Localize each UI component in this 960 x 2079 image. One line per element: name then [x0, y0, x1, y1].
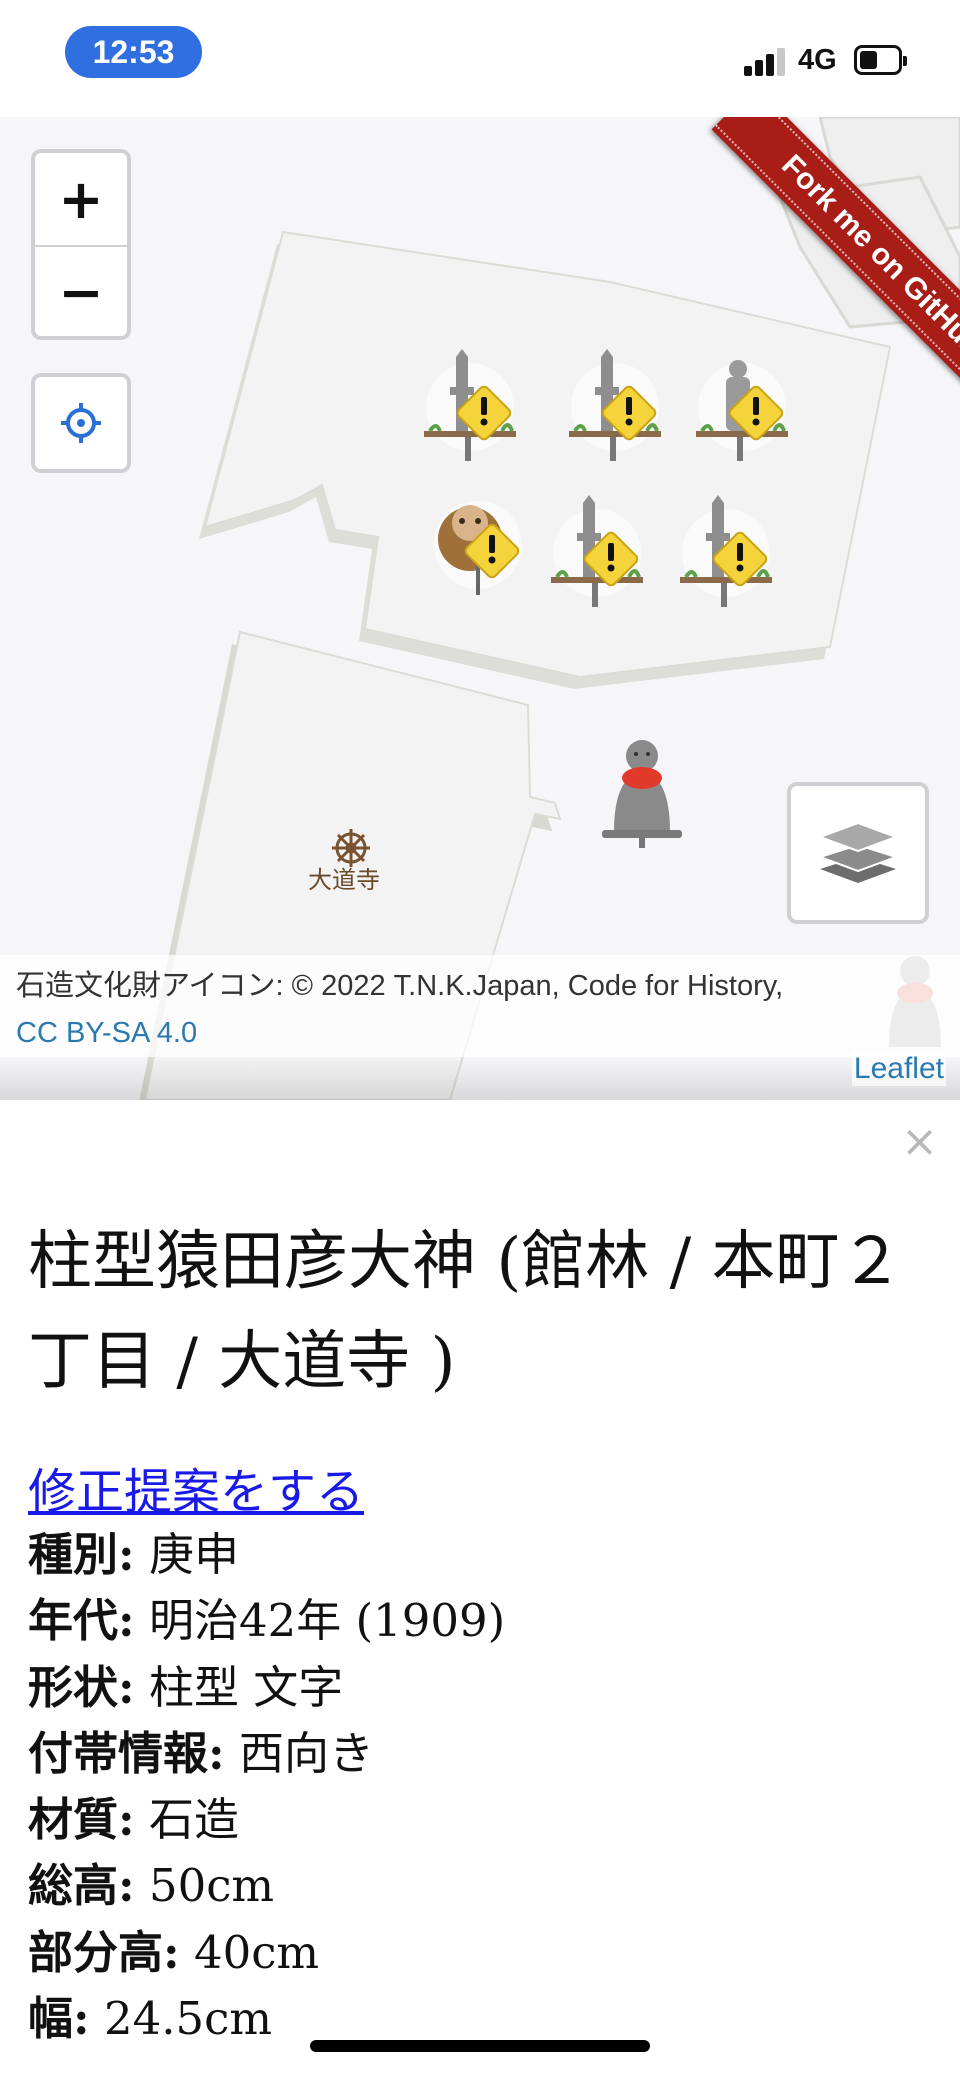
detail-value: 明治42年 (1909): [148, 1594, 506, 1648]
detail-row-material: 材質: 石造: [28, 1787, 505, 1853]
close-button[interactable]: ×: [901, 1116, 938, 1167]
map-attribution: 石造文化財アイコン: © 2022 T.N.K.Japan, Code for …: [0, 955, 960, 1057]
detail-value: 石造: [148, 1793, 239, 1847]
status-bar: 12:53 4G: [0, 0, 960, 117]
detail-value: 40cm: [193, 1925, 320, 1979]
detail-key: 種別:: [28, 1528, 135, 1581]
leaflet-link[interactable]: Leaflet: [851, 1052, 946, 1086]
detail-key: 形状:: [28, 1660, 135, 1714]
detail-key: 年代:: [28, 1594, 135, 1648]
detail-row-partial-height: 部分高: 40cm: [28, 1920, 505, 1986]
detail-value: 50cm: [148, 1859, 275, 1913]
license-link[interactable]: CC BY-SA 4.0: [16, 1017, 197, 1049]
zoom-control: + −: [31, 149, 131, 340]
battery-icon: [854, 45, 907, 75]
detail-key: 部分高:: [28, 1925, 180, 1979]
jizo-marker[interactable]: [602, 740, 682, 848]
detail-value: 西向き: [238, 1726, 374, 1780]
details-list: 種別: 庚申 年代: 明治42年 (1909) 形状: 柱型 文字 付帯情報: …: [28, 1522, 505, 2052]
layers-button[interactable]: [787, 782, 929, 924]
home-indicator: [310, 2040, 650, 2052]
network-type: 4G: [798, 44, 837, 76]
detail-key: 幅:: [28, 1992, 90, 2046]
attribution-text: 石造文化財アイコン: © 2022 T.N.K.Japan, Code for …: [16, 970, 784, 1002]
detail-value: 24.5cm: [103, 1992, 273, 2046]
monkey-marker-warning[interactable]: [434, 501, 522, 595]
stone-marker-warning-5[interactable]: [680, 495, 772, 607]
stone-marker-warning-4[interactable]: [551, 495, 643, 607]
detail-value: 柱型 文字: [148, 1660, 344, 1714]
cellular-signal-icon: [744, 46, 788, 76]
detail-row-era: 年代: 明治42年 (1909): [28, 1588, 505, 1654]
zoom-out-button[interactable]: −: [35, 245, 127, 337]
detail-key: 総高:: [28, 1859, 135, 1913]
map-view[interactable]: Fork me on GitHub + − 大道寺 石造文化財アイコン: © 2…: [0, 117, 960, 1100]
locate-button[interactable]: [31, 373, 131, 473]
detail-value: 庚申: [148, 1528, 239, 1581]
detail-row-shape: 形状: 柱型 文字: [28, 1655, 505, 1721]
detail-row-total-height: 総高: 50cm: [28, 1853, 505, 1919]
detail-row-notes: 付帯情報: 西向き: [28, 1721, 505, 1787]
stone-marker-warning-1[interactable]: [424, 349, 516, 461]
suggest-edit-link[interactable]: 修正提案をする: [28, 1452, 364, 1522]
panel-title: 柱型猿田彦大神 (館林 / 本町２丁目 / 大道寺 ): [28, 1225, 904, 1399]
zoom-in-button[interactable]: +: [35, 153, 127, 245]
detail-key: 付帯情報:: [28, 1726, 225, 1780]
crosshair-icon: [61, 403, 101, 443]
github-ribbon-label[interactable]: Fork me on GitHub: [775, 149, 960, 364]
info-panel: × 柱型猿田彦大神 (館林 / 本町２丁目 / 大道寺 ) 修正提案をする 種別…: [0, 1100, 960, 2079]
github-ribbon[interactable]: Fork me on GitHub: [630, 117, 960, 447]
layers-icon: [816, 821, 900, 883]
clock: 12:53: [65, 26, 202, 78]
temple-label: 大道寺: [308, 866, 380, 894]
detail-row-type: 種別: 庚申: [28, 1522, 505, 1588]
detail-key: 材質:: [28, 1793, 135, 1847]
